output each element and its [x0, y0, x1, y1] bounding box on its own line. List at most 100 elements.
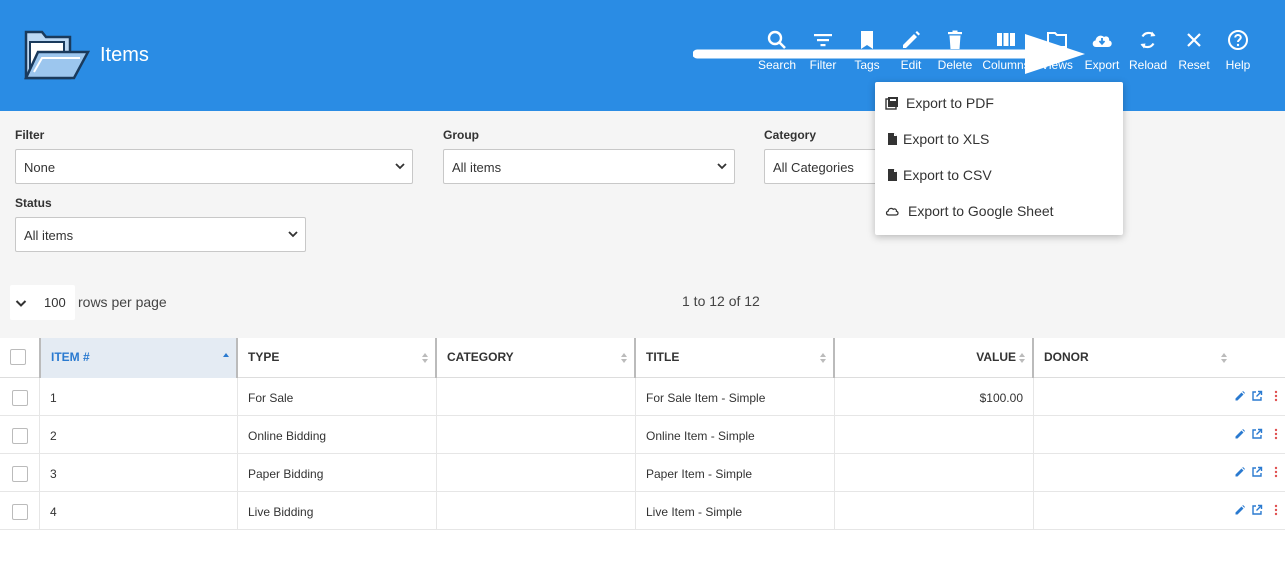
table-row[interactable]: 2 Online Bidding Online Item - Simple — [0, 416, 1285, 454]
export-label: Export — [1084, 58, 1120, 72]
row-checkbox[interactable] — [12, 466, 28, 482]
column-header-donor[interactable]: DONOR — [1034, 338, 1234, 378]
table-header: ITEM # TYPE CATEGORY TITLE VALUE DONOR — [0, 338, 1285, 378]
cell-category — [437, 492, 636, 530]
search-icon — [767, 30, 786, 49]
reload-label: Reload — [1128, 58, 1168, 72]
status-select[interactable]: All items — [15, 217, 306, 252]
sort-icon — [820, 353, 826, 363]
filter-button[interactable]: Filter — [798, 28, 848, 82]
open-external-icon[interactable] — [1251, 466, 1263, 478]
export-google-sheet-label: Export to Google Sheet — [908, 203, 1054, 219]
status-select-value: All items — [24, 228, 74, 243]
edit-row-icon[interactable] — [1234, 428, 1246, 440]
sort-icon — [1221, 353, 1227, 363]
row-checkbox[interactable] — [12, 504, 28, 520]
pencil-icon — [903, 31, 920, 48]
column-header-type-label: TYPE — [248, 350, 280, 364]
cell-donor — [1034, 492, 1234, 530]
edit-row-icon[interactable] — [1234, 390, 1246, 402]
cell-value: $100.00 — [835, 378, 1034, 416]
help-label: Help — [1225, 58, 1251, 72]
views-label: Views — [1041, 58, 1073, 72]
sort-icon — [1019, 353, 1025, 363]
open-external-icon[interactable] — [1251, 428, 1263, 440]
more-options-icon[interactable] — [1272, 466, 1280, 478]
export-xls-item[interactable]: Export to XLS — [875, 122, 1123, 158]
rows-per-page-select[interactable]: 100 — [10, 285, 75, 320]
cloud-download-icon — [1092, 35, 1112, 47]
views-button[interactable]: Views — [1032, 28, 1082, 82]
help-button[interactable]: Help — [1213, 28, 1263, 82]
column-header-value-label: VALUE — [976, 350, 1016, 364]
column-header-value[interactable]: VALUE — [835, 338, 1034, 378]
cell-type: Online Bidding — [238, 416, 437, 454]
delete-button[interactable]: Delete — [930, 28, 980, 82]
more-options-icon[interactable] — [1272, 390, 1280, 402]
row-checkbox[interactable] — [12, 390, 28, 406]
pdf-icon — [885, 97, 898, 110]
export-xls-label: Export to XLS — [903, 131, 990, 147]
row-checkbox[interactable] — [12, 428, 28, 444]
table-row[interactable]: 4 Live Bidding Live Item - Simple — [0, 492, 1285, 530]
edit-row-icon[interactable] — [1234, 504, 1246, 516]
cell-type: Paper Bidding — [238, 454, 437, 492]
cell-item: 3 — [39, 454, 238, 492]
export-google-sheet-item[interactable]: Export to Google Sheet — [875, 194, 1123, 230]
edit-button[interactable]: Edit — [886, 28, 936, 82]
search-button[interactable]: Search — [752, 28, 802, 82]
sort-icon — [422, 353, 428, 363]
cell-title: Paper Item - Simple — [636, 454, 835, 492]
edit-row-icon[interactable] — [1234, 466, 1246, 478]
open-external-icon[interactable] — [1251, 390, 1263, 402]
search-label: Search — [757, 58, 797, 72]
delete-label: Delete — [937, 58, 973, 72]
page-title: Items — [100, 44, 149, 66]
group-select-value: All items — [452, 160, 502, 175]
reset-label: Reset — [1178, 58, 1210, 72]
select-all-checkbox[interactable] — [10, 349, 26, 365]
cell-value — [835, 454, 1034, 492]
export-csv-label: Export to CSV — [903, 167, 992, 183]
cloud-icon — [885, 207, 899, 216]
export-pdf-label: Export to PDF — [906, 95, 994, 111]
sort-ascending-icon — [223, 353, 229, 357]
column-header-title[interactable]: TITLE — [636, 338, 835, 378]
reload-icon — [1140, 31, 1156, 49]
folder-icon — [1047, 32, 1067, 48]
bookmark-icon — [861, 31, 873, 49]
more-options-icon[interactable] — [1272, 504, 1280, 516]
table-row[interactable]: 3 Paper Bidding Paper Item - Simple — [0, 454, 1285, 492]
filter-field-label: Filter — [15, 128, 45, 142]
column-header-category[interactable]: CATEGORY — [437, 338, 636, 378]
reset-button[interactable]: Reset — [1169, 28, 1219, 82]
table-row[interactable]: 1 For Sale For Sale Item - Simple $100.0… — [0, 378, 1285, 416]
cell-item: 1 — [39, 378, 238, 416]
cell-donor — [1034, 454, 1234, 492]
columns-label: Columns — [982, 58, 1030, 72]
filter-select-value: None — [24, 160, 56, 175]
items-table: ITEM # TYPE CATEGORY TITLE VALUE DONOR 1… — [0, 338, 1285, 543]
more-options-icon[interactable] — [1272, 428, 1280, 440]
reload-button[interactable]: Reload — [1123, 28, 1173, 82]
document-icon — [888, 169, 897, 181]
column-header-item[interactable]: ITEM # — [39, 338, 238, 378]
help-circle-icon — [1228, 30, 1248, 50]
export-pdf-item[interactable]: Export to PDF — [875, 86, 1123, 122]
tags-label: Tags — [854, 58, 880, 72]
filter-select[interactable]: None — [15, 149, 413, 184]
column-header-type[interactable]: TYPE — [238, 338, 437, 378]
chevron-down-icon — [717, 163, 727, 170]
open-external-icon[interactable] — [1251, 504, 1263, 516]
category-field-label: Category — [764, 128, 817, 142]
group-select[interactable]: All items — [443, 149, 735, 184]
export-csv-item[interactable]: Export to CSV — [875, 158, 1123, 194]
cell-donor — [1034, 416, 1234, 454]
cell-category — [437, 454, 636, 492]
column-header-title-label: TITLE — [646, 350, 680, 364]
tags-button[interactable]: Tags — [842, 28, 892, 82]
cell-title: Live Item - Simple — [636, 492, 835, 530]
export-button[interactable]: Export — [1077, 28, 1127, 82]
columns-button[interactable]: Columns — [981, 28, 1031, 82]
rows-per-page-label: rows per page — [78, 294, 167, 310]
